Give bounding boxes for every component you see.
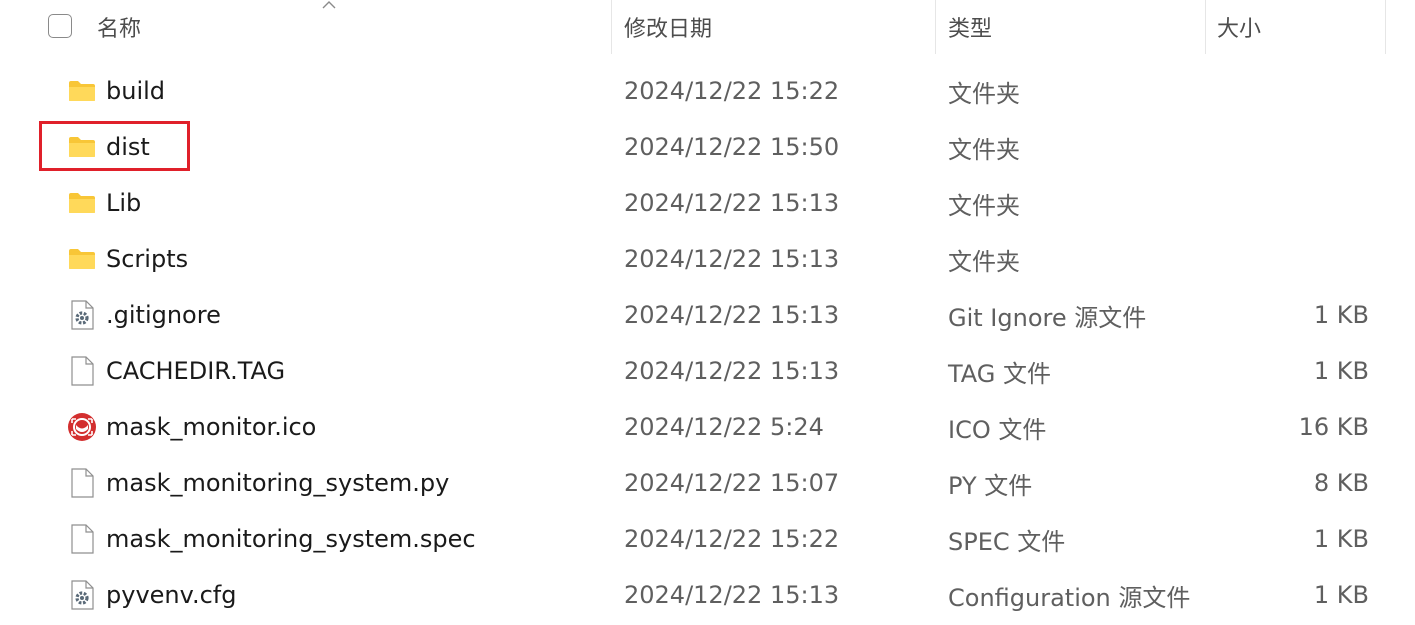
file-name: mask_monitoring_system.py bbox=[106, 469, 450, 497]
file-size: 1 KB bbox=[1313, 525, 1369, 553]
file-modified: 2024/12/22 15:22 bbox=[624, 77, 840, 105]
file-row[interactable]: Lib 2024/12/22 15:13 文件夹 bbox=[0, 175, 1415, 231]
file-type: 文件夹 bbox=[948, 247, 1020, 276]
file-row[interactable]: CACHEDIR.TAG 2024/12/22 15:13 TAG 文件 1 K… bbox=[0, 343, 1415, 399]
file-modified: 2024/12/22 15:50 bbox=[624, 133, 840, 161]
file-type: 文件夹 bbox=[948, 191, 1020, 220]
file-type: PY 文件 bbox=[948, 471, 1033, 500]
file-modified: 2024/12/22 15:13 bbox=[624, 357, 840, 385]
blank-file-icon bbox=[66, 455, 98, 511]
file-size bbox=[1205, 119, 1369, 175]
column-divider[interactable] bbox=[935, 0, 936, 54]
file-row[interactable]: build 2024/12/22 15:22 文件夹 bbox=[0, 63, 1415, 119]
file-modified: 2024/12/22 15:13 bbox=[624, 245, 840, 273]
file-size: 16 KB bbox=[1298, 413, 1369, 441]
file-modified: 2024/12/22 5:24 bbox=[624, 413, 824, 441]
blank-file-icon bbox=[66, 511, 98, 567]
file-size bbox=[1205, 231, 1369, 287]
file-size: 1 KB bbox=[1313, 357, 1369, 385]
file-size bbox=[1205, 63, 1369, 119]
folder-icon bbox=[66, 175, 98, 231]
file-size: 1 KB bbox=[1313, 301, 1369, 329]
column-header-name[interactable]: 名称 bbox=[97, 0, 141, 54]
column-divider[interactable] bbox=[1205, 0, 1206, 54]
folder-icon bbox=[66, 231, 98, 287]
file-type: ICO 文件 bbox=[948, 415, 1047, 444]
file-name: .gitignore bbox=[106, 301, 221, 329]
file-row[interactable]: mask_monitor.ico 2024/12/22 5:24 ICO 文件 … bbox=[0, 399, 1415, 455]
file-row[interactable]: pyvenv.cfg 2024/12/22 15:13 Configuratio… bbox=[0, 567, 1415, 623]
column-header-modified[interactable]: 修改日期 bbox=[624, 0, 712, 54]
file-name: mask_monitoring_system.spec bbox=[106, 525, 476, 553]
file-name: CACHEDIR.TAG bbox=[106, 357, 286, 385]
file-modified: 2024/12/22 15:13 bbox=[624, 189, 840, 217]
file-modified: 2024/12/22 15:13 bbox=[624, 581, 840, 609]
file-type: 文件夹 bbox=[948, 135, 1020, 164]
file-name: Lib bbox=[106, 189, 142, 217]
settings-file-icon bbox=[66, 567, 98, 623]
folder-icon bbox=[66, 119, 98, 175]
file-row[interactable]: dist 2024/12/22 15:50 文件夹 bbox=[0, 119, 1415, 175]
file-type: Git Ignore 源文件 bbox=[948, 303, 1147, 332]
file-modified: 2024/12/22 15:13 bbox=[624, 301, 840, 329]
file-row[interactable]: mask_monitoring_system.py 2024/12/22 15:… bbox=[0, 455, 1415, 511]
file-row[interactable]: mask_monitoring_system.spec 2024/12/22 1… bbox=[0, 511, 1415, 567]
file-name: Scripts bbox=[106, 245, 189, 273]
file-size: 1 KB bbox=[1313, 581, 1369, 609]
file-modified: 2024/12/22 15:22 bbox=[624, 525, 840, 553]
file-type: 文件夹 bbox=[948, 79, 1020, 108]
file-size: 8 KB bbox=[1313, 469, 1369, 497]
file-type: Configuration 源文件 bbox=[948, 583, 1191, 612]
file-type: SPEC 文件 bbox=[948, 527, 1066, 556]
file-name: mask_monitor.ico bbox=[106, 413, 317, 441]
folder-icon bbox=[66, 63, 98, 119]
file-row[interactable]: .gitignore 2024/12/22 15:13 Git Ignore 源… bbox=[0, 287, 1415, 343]
file-row[interactable]: Scripts 2024/12/22 15:13 文件夹 bbox=[0, 231, 1415, 287]
file-name: dist bbox=[106, 133, 150, 161]
column-header-bar: 名称 修改日期 类型 大小 bbox=[0, 0, 1415, 54]
column-header-type[interactable]: 类型 bbox=[948, 0, 992, 54]
column-divider[interactable] bbox=[1385, 0, 1386, 54]
column-divider[interactable] bbox=[611, 0, 612, 54]
file-type: TAG 文件 bbox=[948, 359, 1052, 388]
file-modified: 2024/12/22 15:07 bbox=[624, 469, 840, 497]
blank-file-icon bbox=[66, 343, 98, 399]
file-list: build 2024/12/22 15:22 文件夹 dist 2024/12/… bbox=[0, 63, 1415, 623]
select-all-checkbox[interactable] bbox=[48, 14, 72, 38]
column-header-size[interactable]: 大小 bbox=[1217, 0, 1261, 54]
file-name: pyvenv.cfg bbox=[106, 581, 237, 609]
file-size bbox=[1205, 175, 1369, 231]
settings-file-icon bbox=[66, 287, 98, 343]
file-name: build bbox=[106, 77, 166, 105]
sort-ascending-icon bbox=[322, 1, 336, 9]
ico-image-icon bbox=[66, 399, 98, 455]
